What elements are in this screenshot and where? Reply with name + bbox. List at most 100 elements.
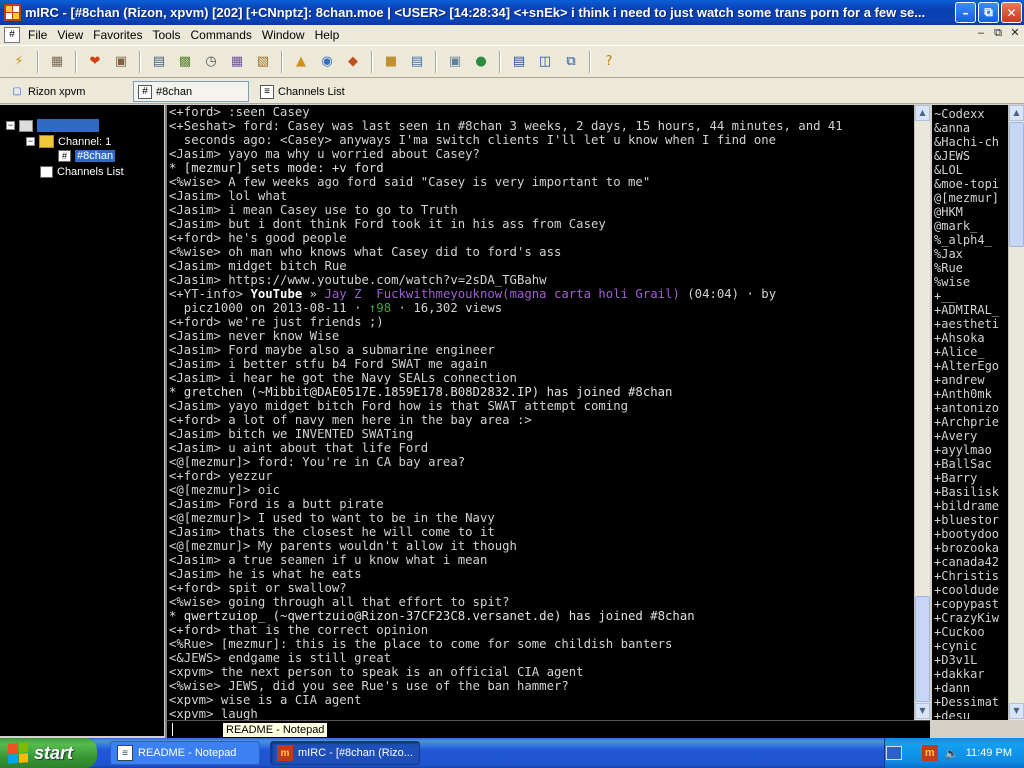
nick-item[interactable]: +BallSac <box>934 457 1008 471</box>
nick-item[interactable]: +__ <box>934 289 1008 303</box>
scroll-thumb[interactable] <box>1009 122 1024 247</box>
start-button[interactable]: start <box>0 738 97 768</box>
nick-item[interactable]: +ayylmao <box>934 443 1008 457</box>
keyboard-language-icon[interactable] <box>886 746 902 760</box>
task-mirc[interactable]: m mIRC - [#8chan (Rizo... <box>270 741 420 765</box>
nick-item[interactable]: %Rue <box>934 261 1008 275</box>
close-button[interactable]: ✕ <box>1001 2 1022 23</box>
menu-window[interactable]: Window <box>262 28 313 42</box>
nick-item[interactable]: %_alph4_ <box>934 233 1008 247</box>
channel-system-menu-icon[interactable]: # <box>4 27 20 43</box>
tree-channel-8chan[interactable]: # #8chan <box>58 150 116 162</box>
nick-item[interactable]: +aestheti <box>934 317 1008 331</box>
scroll-down-arrow-icon[interactable]: ▼ <box>1009 703 1024 719</box>
menu-tools[interactable]: Tools <box>153 28 189 42</box>
title-bar[interactable]: mIRC - [#8chan (Rizon, xpvm) [202] [+CNn… <box>0 0 1024 25</box>
minimize-button[interactable]: – <box>955 2 976 23</box>
tile-horizontal-icon[interactable]: ▤ <box>509 52 529 72</box>
collapse-icon[interactable]: − <box>6 121 15 130</box>
received-files-icon[interactable]: ■ <box>381 52 401 72</box>
notify-icon[interactable]: ▤ <box>149 52 169 72</box>
nick-item[interactable]: +desu <box>934 709 1008 719</box>
nick-item[interactable]: +Barry <box>934 471 1008 485</box>
nick-item[interactable]: &anna <box>934 121 1008 135</box>
dcc-send-icon[interactable]: ▲ <box>291 52 311 72</box>
connect-icon[interactable]: ⚡ <box>9 52 29 72</box>
urls-icon[interactable]: ● <box>471 52 491 72</box>
nick-item[interactable]: +ADMIRAL_ <box>934 303 1008 317</box>
nick-item[interactable]: @HKM <box>934 205 1008 219</box>
help-icon[interactable]: ? <box>599 52 619 72</box>
collapse-icon[interactable]: − <box>26 137 35 146</box>
nick-item[interactable]: &Hachi-ch <box>934 135 1008 149</box>
nick-item[interactable]: +dakkar <box>934 667 1008 681</box>
chat-scrollbar[interactable]: ▲ ▼ <box>914 105 930 720</box>
nick-item[interactable]: &JEWS <box>934 149 1008 163</box>
nick-item[interactable]: +bluestor <box>934 513 1008 527</box>
colors-icon[interactable]: ▦ <box>227 52 247 72</box>
scroll-thumb[interactable] <box>915 596 930 702</box>
switchbar-item-server[interactable]: ▢ Rizon xpvm <box>6 81 126 102</box>
nick-item[interactable]: +CrazyKiw <box>934 611 1008 625</box>
menu-file[interactable]: File <box>28 28 55 42</box>
maximize-button[interactable]: ⧉ <box>978 2 999 23</box>
timer-icon[interactable]: ◷ <box>201 52 221 72</box>
menu-commands[interactable]: Commands <box>191 28 260 42</box>
nick-item[interactable]: +AlterEgo <box>934 359 1008 373</box>
options-icon[interactable]: ▦ <box>47 52 67 72</box>
mdi-close-button[interactable]: ✕ <box>1008 27 1022 41</box>
scroll-up-arrow-icon[interactable]: ▲ <box>915 105 930 121</box>
address-book-icon[interactable]: ▣ <box>111 52 131 72</box>
nick-item[interactable]: +Anth0mk <box>934 387 1008 401</box>
nick-item[interactable]: @mark_ <box>934 219 1008 233</box>
nick-item[interactable]: ~Codexx <box>934 107 1008 121</box>
tree-server[interactable]: − <box>6 119 99 132</box>
nick-item[interactable]: +Christis <box>934 569 1008 583</box>
tree-channels-list[interactable]: Channels List <box>40 166 124 178</box>
task-notepad[interactable]: ≡ README - Notepad <box>110 741 260 765</box>
nick-item[interactable]: %Jax <box>934 247 1008 261</box>
nick-item[interactable]: +brozooka <box>934 541 1008 555</box>
nick-item[interactable]: +Ahsoka <box>934 331 1008 345</box>
nick-item[interactable]: +Avery <box>934 429 1008 443</box>
dcc-options-icon[interactable]: ◆ <box>343 52 363 72</box>
nick-item[interactable]: +bootydoo <box>934 527 1008 541</box>
nick-item[interactable]: %wise <box>934 275 1008 289</box>
nick-item[interactable]: +canada42 <box>934 555 1008 569</box>
channels-list-icon[interactable]: ▩ <box>175 52 195 72</box>
menu-favorites[interactable]: Favorites <box>93 28 150 42</box>
nick-item[interactable]: +Alice_ <box>934 345 1008 359</box>
mdi-minimize-button[interactable]: – <box>974 27 988 41</box>
nick-item[interactable]: +dann <box>934 681 1008 695</box>
cascade-icon[interactable]: ⧉ <box>561 52 581 72</box>
nick-item[interactable]: +andrew <box>934 373 1008 387</box>
scroll-up-arrow-icon[interactable]: ▲ <box>1009 105 1024 121</box>
clock[interactable]: 11:49 PM <box>966 747 1012 759</box>
mirc-app-icon[interactable] <box>4 4 21 21</box>
nick-item[interactable]: +Cuckoo <box>934 625 1008 639</box>
nicklist-scrollbar[interactable]: ▲ ▼ <box>1008 105 1024 720</box>
mdi-restore-button[interactable]: ⧉ <box>991 27 1005 41</box>
nick-item[interactable]: &moe-topi <box>934 177 1008 191</box>
scripts-editor-icon[interactable]: ▧ <box>253 52 273 72</box>
mirc-tray-icon[interactable]: m <box>921 745 938 761</box>
notify-list-icon[interactable]: ▣ <box>445 52 465 72</box>
menu-help[interactable]: Help <box>315 28 348 42</box>
nick-list[interactable]: ~Codexx &anna &Hachi-ch &JEWS &LOL &moe-topi @… <box>934 107 1008 719</box>
nick-item[interactable]: +Archprie <box>934 415 1008 429</box>
speaker-icon[interactable]: 🔈 <box>944 745 960 761</box>
logs-icon[interactable]: ▤ <box>407 52 427 72</box>
nick-item[interactable]: +cynic <box>934 639 1008 653</box>
nick-item[interactable]: +antonizo <box>934 401 1008 415</box>
nick-item[interactable]: +bildrame <box>934 499 1008 513</box>
switchbar-item-channels-list[interactable]: ≡ Channels List <box>256 81 376 102</box>
switchbar-item-channel[interactable]: # #8chan <box>133 81 249 102</box>
nick-item[interactable]: +Basilisk <box>934 485 1008 499</box>
nick-item[interactable]: +copypast <box>934 597 1008 611</box>
nick-item[interactable]: @[mezmur] <box>934 191 1008 205</box>
favorites-icon[interactable]: ❤ <box>85 52 105 72</box>
menu-view[interactable]: View <box>57 28 91 42</box>
chat-log[interactable]: <+ford> :seen Casey <+Seshat> ford: Casey… <box>169 105 909 720</box>
nick-item[interactable]: +D3v1L <box>934 653 1008 667</box>
nick-item[interactable]: +cooldude <box>934 583 1008 597</box>
